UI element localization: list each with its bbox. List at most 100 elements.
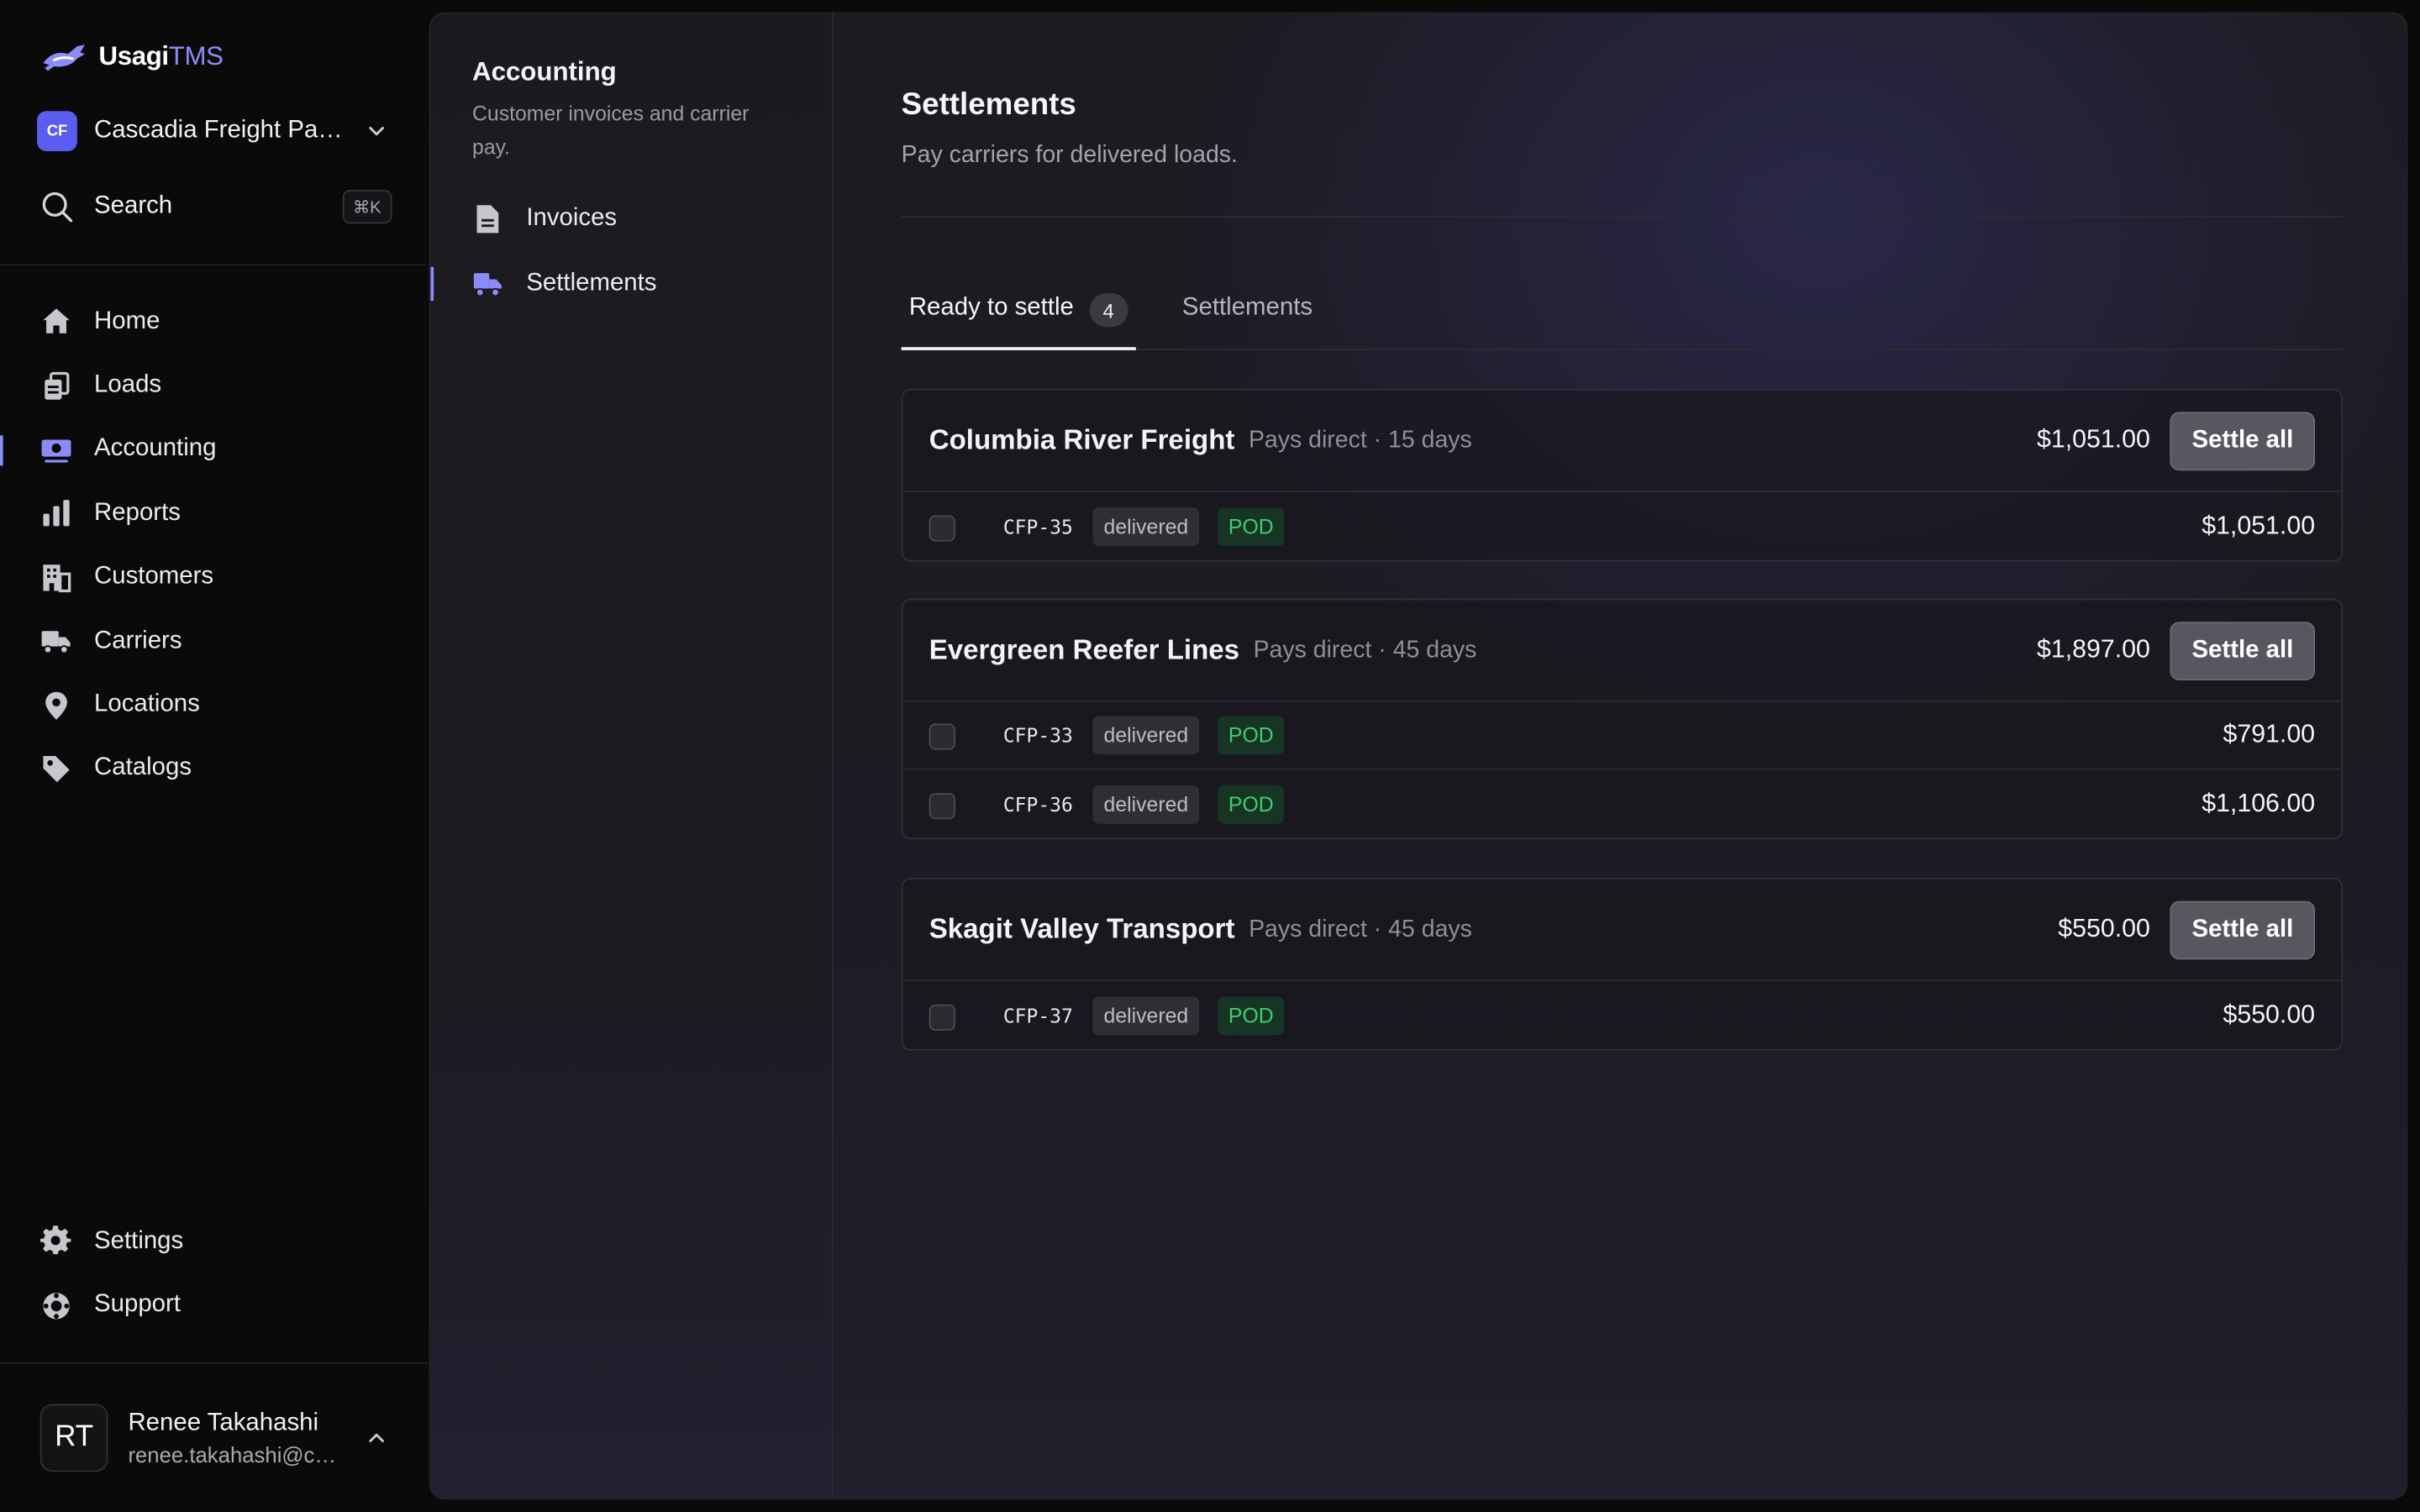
- chevron-down-icon: [369, 126, 384, 136]
- tab-ready-to-settle[interactable]: Ready to settle 4: [901, 279, 1136, 350]
- carrier-name: Evergreen Reefer Lines: [929, 633, 1240, 665]
- page-subtitle: Pay carriers for delivered loads.: [901, 141, 1238, 169]
- load-id: CFP-36: [1002, 792, 1073, 816]
- home-icon: [43, 308, 70, 334]
- nav-label: Accounting: [94, 435, 217, 463]
- pod-badge: POD: [1218, 784, 1285, 823]
- carrier-total: $1,897.00: [2037, 635, 2150, 664]
- brand-name-first: Usagi: [98, 41, 170, 71]
- tab-bar: Ready to settle 4 Settlements: [901, 279, 2344, 350]
- settle-all-button[interactable]: Settle all: [2170, 411, 2316, 470]
- status-badge: delivered: [1092, 716, 1200, 755]
- nav-item-accounting[interactable]: Accounting: [0, 417, 428, 481]
- load-row: CFP-37 delivered POD $550.00: [902, 981, 2341, 1049]
- secondary-nav: Settings Support: [0, 1210, 428, 1337]
- brand-name: UsagiTMS: [99, 42, 224, 73]
- pod-badge: POD: [1218, 995, 1285, 1035]
- nav-label: Loads: [94, 371, 162, 399]
- nav-item-carriers[interactable]: Carriers: [0, 609, 428, 673]
- rabbit-logo-icon: [43, 45, 86, 71]
- load-id: CFP-37: [1002, 1003, 1073, 1027]
- load-checkbox[interactable]: [929, 514, 955, 541]
- load-row: CFP-35 delivered POD $1,051.00: [902, 492, 2341, 560]
- load-row: CFP-36 delivered POD $1,106.00: [902, 770, 2341, 838]
- nav-label: Support: [94, 1291, 181, 1318]
- tab-label: Settlements: [1181, 294, 1313, 322]
- subnav-label: Settlements: [526, 270, 657, 297]
- main-panel: Accounting Customer invoices and carrier…: [429, 12, 2408, 1500]
- sidebar: UsagiTMS CF Cascadia Freight Partners Se…: [0, 0, 428, 1512]
- loads-icon: [45, 371, 70, 399]
- settle-all-button[interactable]: Settle all: [2170, 621, 2316, 680]
- tab-count-badge: 4: [1089, 292, 1128, 328]
- load-checkbox[interactable]: [929, 792, 955, 819]
- nav-item-home[interactable]: Home: [0, 290, 428, 354]
- carrier-total: $550.00: [2058, 915, 2150, 943]
- nav-item-customers[interactable]: Customers: [0, 545, 428, 609]
- header-divider: [901, 216, 2344, 218]
- nav-label: Catalogs: [94, 754, 192, 782]
- user-name: Renee Takahashi: [128, 1409, 319, 1436]
- nav-item-locations[interactable]: Locations: [0, 673, 428, 737]
- load-checkbox[interactable]: [929, 723, 955, 750]
- nav-label: Locations: [94, 690, 200, 718]
- app-root: UsagiTMS CF Cascadia Freight Partners Se…: [0, 0, 2420, 1512]
- subnav-item-invoices[interactable]: Invoices: [430, 196, 833, 242]
- load-row: CFP-33 delivered POD $791.00: [902, 702, 2342, 770]
- tab-label: Ready to settle: [908, 294, 1074, 322]
- load-amount: $1,106.00: [2202, 789, 2316, 817]
- carrier-terms: Pays direct · 45 days: [1253, 636, 1477, 663]
- brand-name-second: TMS: [168, 41, 224, 71]
- nav-item-settings[interactable]: Settings: [0, 1210, 428, 1273]
- carrier-name: Columbia River Freight: [929, 424, 1235, 455]
- carrier-total: $1,051.00: [2037, 425, 2150, 454]
- accounting-subnav: Accounting Customer invoices and carrier…: [430, 13, 834, 1499]
- org-badge: CF: [37, 111, 77, 151]
- search-label: Search: [94, 192, 173, 219]
- status-badge: delivered: [1092, 507, 1200, 546]
- user-email: renee.takahashi@cascadiafreight.com: [128, 1441, 344, 1467]
- nav-item-loads[interactable]: Loads: [0, 354, 428, 417]
- tag-icon: [43, 755, 70, 783]
- nav-item-catalogs[interactable]: Catalogs: [0, 737, 428, 801]
- sidebar-divider: [0, 1362, 428, 1364]
- load-amount: $791.00: [2223, 720, 2316, 748]
- search-icon: [42, 192, 73, 223]
- settlements-content: Settlements Pay carriers for delivered l…: [901, 14, 2344, 1499]
- carrier-group-header: Columbia River Freight Pays direct · 15 …: [902, 391, 2342, 492]
- carrier-terms: Pays direct · 45 days: [1249, 916, 1472, 942]
- load-checkbox[interactable]: [929, 1003, 955, 1030]
- subnav-item-settlements[interactable]: Settlements: [430, 260, 833, 307]
- subnav-description: Customer invoices and carrier pay.: [472, 102, 750, 159]
- gear-icon: [39, 1226, 71, 1255]
- nav-label: Customers: [94, 563, 214, 591]
- sidebar-divider: [0, 264, 428, 265]
- settle-all-button[interactable]: Settle all: [2170, 900, 2316, 959]
- nav-label: Reports: [94, 499, 181, 527]
- carrier-group: Columbia River Freight Pays direct · 15 …: [901, 388, 2344, 562]
- nav-item-reports[interactable]: Reports: [0, 481, 428, 545]
- carrier-group-header: Evergreen Reefer Lines Pays direct · 45 …: [902, 600, 2342, 702]
- truck-icon: [41, 631, 71, 654]
- carrier-name: Skagit Valley Transport: [929, 913, 1235, 945]
- truck-icon: [473, 273, 502, 297]
- nav-label: Carriers: [94, 627, 182, 654]
- load-id: CFP-33: [1002, 723, 1073, 747]
- search-shortcut: ⌘K: [342, 189, 392, 224]
- nav-item-support[interactable]: Support: [0, 1273, 428, 1337]
- main-nav: Home Loads Accounting Reports Customers …: [0, 290, 428, 801]
- org-switcher[interactable]: CF Cascadia Freight Partners: [37, 111, 392, 151]
- user-menu[interactable]: RT Renee Takahashi renee.takahashi@casca…: [39, 1403, 395, 1473]
- load-amount: $1,051.00: [2202, 511, 2316, 539]
- subnav-title: Accounting: [472, 56, 617, 87]
- page-title: Settlements: [901, 87, 1076, 123]
- status-badge: delivered: [1092, 784, 1200, 823]
- pod-badge: POD: [1218, 507, 1285, 546]
- search-button[interactable]: Search ⌘K: [37, 185, 392, 228]
- building-icon: [43, 564, 71, 592]
- user-info: Renee Takahashi renee.takahashi@cascadia…: [128, 1410, 344, 1467]
- brand[interactable]: UsagiTMS: [40, 37, 224, 77]
- subnav-label: Invoices: [526, 205, 618, 232]
- org-name: Cascadia Freight Partners: [94, 117, 345, 144]
- tab-settlements[interactable]: Settlements: [1182, 279, 1313, 349]
